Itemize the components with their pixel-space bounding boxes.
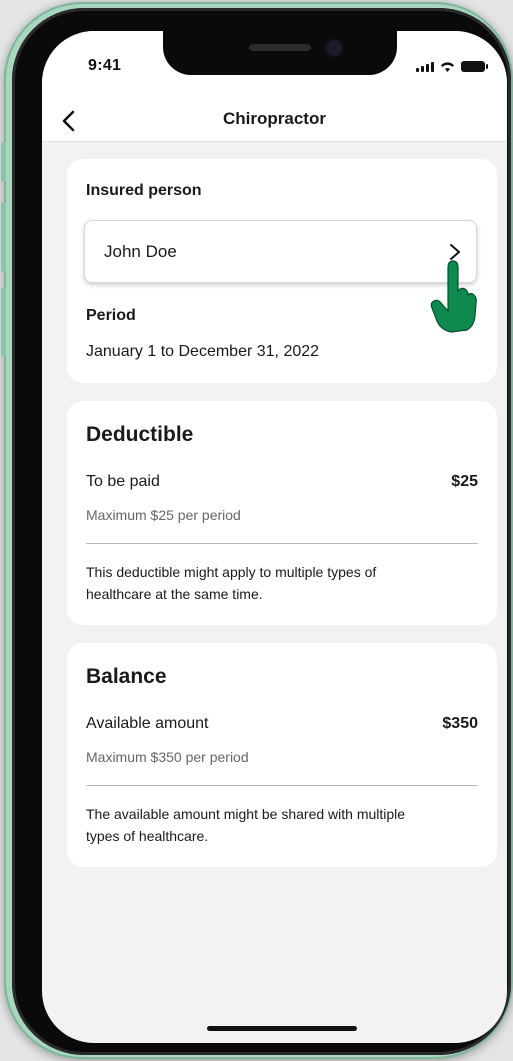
balance-maximum: Maximum $350 per period — [86, 749, 249, 765]
navigation-bar: Chiropractor — [42, 101, 507, 142]
balance-note: The available amount might be shared wit… — [86, 803, 457, 847]
period-value: January 1 to December 31, 2022 — [86, 343, 320, 360]
insured-person-value: John Doe — [104, 242, 177, 261]
mute-switch — [1, 142, 6, 182]
status-time: 9:41 — [88, 57, 122, 74]
app-screen: 9:41 Chiropractor Insured person John Do… — [42, 31, 507, 1043]
page-title: Chiropractor — [223, 109, 326, 128]
wifi-icon — [441, 62, 454, 72]
deductible-note-line: healthcare at the same time. — [86, 586, 263, 602]
volume-up-button — [1, 202, 6, 272]
divider — [86, 785, 478, 786]
available-amount-label: Available amount — [86, 715, 209, 732]
insured-person-select[interactable]: John Doe — [84, 220, 477, 283]
volume-down-button — [1, 287, 6, 357]
signal-icon — [416, 62, 434, 72]
deductible-note-line: This deductible might apply to multiple … — [86, 564, 377, 580]
to-be-paid-label: To be paid — [86, 473, 160, 490]
available-amount-value: $350 — [442, 715, 478, 732]
phone-bezel: 9:41 Chiropractor Insured person John Do… — [12, 8, 511, 1055]
insured-person-label: Insured person — [86, 182, 202, 199]
status-icons — [416, 61, 488, 72]
front-camera — [327, 41, 341, 55]
home-indicator[interactable] — [207, 1026, 357, 1031]
balance-note-line: The available amount might be shared wit… — [86, 806, 406, 822]
period-label: Period — [86, 307, 136, 324]
to-be-paid-value: $25 — [451, 473, 478, 490]
camera-notch — [163, 31, 397, 75]
speaker-grille — [249, 44, 311, 51]
divider — [86, 543, 478, 544]
deductible-card: Deductible To be paid $25 Maximum $25 pe… — [67, 401, 497, 625]
balance-card: Balance Available amount $350 Maximum $3… — [67, 643, 497, 867]
balance-title: Balance — [86, 665, 167, 688]
pointing-hand-icon — [430, 260, 477, 333]
deductible-note: This deductible might apply to multiple … — [86, 561, 457, 605]
phone-frame: 9:41 Chiropractor Insured person John Do… — [1, 2, 513, 1059]
deductible-title: Deductible — [86, 423, 194, 446]
battery-icon — [461, 61, 488, 72]
deductible-maximum: Maximum $25 per period — [86, 507, 241, 523]
balance-note-line: types of healthcare. — [86, 828, 209, 844]
